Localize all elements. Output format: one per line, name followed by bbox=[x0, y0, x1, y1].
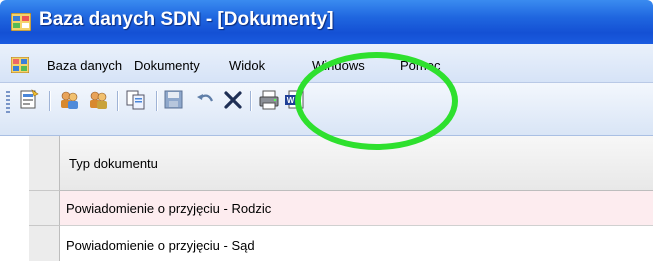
people-icon[interactable] bbox=[58, 89, 80, 111]
cell-typ-dokumentu: Powiadomienie o przyjęciu - Rodzic bbox=[66, 201, 272, 216]
new-document-icon[interactable] bbox=[18, 89, 40, 111]
save-icon[interactable] bbox=[163, 89, 185, 111]
window-title: Baza danych SDN - [Dokumenty] bbox=[39, 9, 334, 30]
delete-icon[interactable] bbox=[222, 89, 244, 111]
menu-dokumenty[interactable]: Dokumenty bbox=[134, 58, 200, 73]
cell-typ-dokumentu: Powiadomienie o przyjęciu - Sąd bbox=[66, 238, 255, 253]
menu-baza-danych[interactable]: Baza danych bbox=[47, 58, 122, 73]
table-row[interactable]: Powiadomienie o przyjęciu - Rodzic bbox=[60, 191, 653, 226]
row-header[interactable] bbox=[29, 226, 60, 261]
print-icon[interactable] bbox=[258, 89, 280, 111]
copy-icon[interactable] bbox=[125, 89, 147, 111]
toolbar-grip[interactable] bbox=[6, 91, 10, 113]
menu-widok[interactable]: Widok bbox=[229, 58, 265, 73]
database-app-icon bbox=[11, 13, 31, 31]
toolbar-separator bbox=[250, 91, 251, 111]
svg-text:W: W bbox=[287, 96, 295, 105]
highlight-annotation-circle bbox=[295, 52, 458, 150]
people-search-icon[interactable] bbox=[87, 89, 109, 111]
toolbar-separator bbox=[156, 91, 157, 111]
toolbar-separator bbox=[117, 91, 118, 111]
table-row[interactable]: Powiadomienie o przyjęciu - Sąd bbox=[60, 226, 653, 261]
corner-header-cell[interactable] bbox=[29, 136, 60, 191]
column-header-label: Typ dokumentu bbox=[69, 156, 158, 171]
row-header[interactable] bbox=[29, 191, 60, 226]
undo-icon[interactable] bbox=[194, 89, 216, 111]
toolbar-separator bbox=[49, 91, 50, 111]
mdi-document-icon[interactable] bbox=[11, 57, 29, 73]
grid-left-margin bbox=[0, 136, 29, 261]
title-bar[interactable]: Baza danych SDN - [Dokumenty] bbox=[0, 0, 653, 44]
app-window: Baza danych SDN - [Dokumenty] Baza danyc… bbox=[0, 0, 653, 261]
documents-grid: Typ dokumentu Powiadomienie o przyjęciu … bbox=[0, 136, 653, 261]
